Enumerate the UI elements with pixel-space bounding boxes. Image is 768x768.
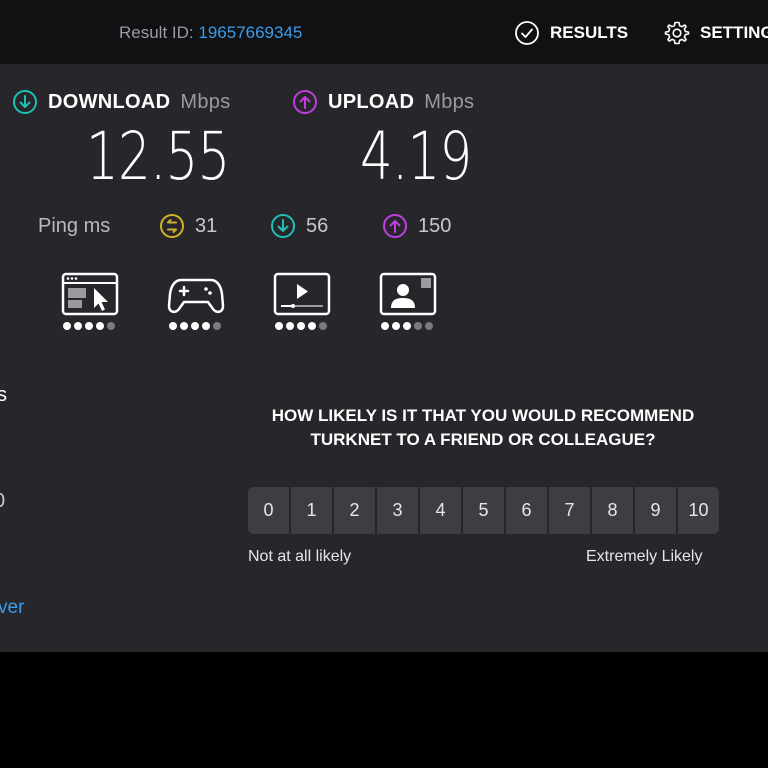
nps-high-label: Extremely Likely [586, 548, 703, 565]
quality-video-chat [379, 272, 437, 334]
survey-question: HOW LIKELY IS IT THAT YOU WOULD RECOMMEN… [271, 406, 695, 449]
download-unit: Mbps [180, 90, 231, 113]
video-chat-rating [381, 322, 433, 330]
video-play-icon [273, 272, 331, 316]
gear-icon [664, 21, 690, 45]
ping-icon [160, 214, 184, 238]
upload-speed-value: 4.19 [360, 118, 472, 195]
rating-dot [392, 322, 400, 330]
upload-unit: Mbps [424, 90, 475, 113]
download-label: DOWNLOAD [48, 90, 171, 113]
result-id-link[interactable]: 19657669345 [198, 23, 302, 42]
nps-option-10[interactable]: 10 [678, 487, 719, 534]
result-id-label: Result ID: [119, 23, 194, 42]
ping-unloaded: 31 [159, 212, 217, 240]
nps-option-9[interactable]: 9 [635, 487, 676, 534]
settings-nav-label: SETTING [700, 23, 768, 42]
settings-nav-button[interactable]: SETTING [664, 20, 768, 46]
rating-dot [213, 322, 221, 330]
video-chat-icon [379, 272, 437, 316]
streaming-rating [275, 322, 327, 330]
rating-dot [403, 322, 411, 330]
rating-dot [63, 322, 71, 330]
download-speed-value: 12.55 [86, 118, 230, 195]
rating-dot [169, 322, 177, 330]
rating-dot [381, 322, 389, 330]
nps-option-5[interactable]: 5 [463, 487, 504, 534]
nps-option-4[interactable]: 4 [420, 487, 461, 534]
nps-scale: 0 1 2 3 4 5 6 7 8 9 10 [248, 487, 719, 534]
ping-download: 56 [270, 212, 328, 240]
rating-dot [297, 322, 305, 330]
upload-arrow-icon [383, 214, 407, 238]
rating-dot [85, 322, 93, 330]
gaming-rating [169, 322, 221, 330]
nps-option-2[interactable]: 2 [334, 487, 375, 534]
rating-dot [107, 322, 115, 330]
nps-option-3[interactable]: 3 [377, 487, 418, 534]
results-nav-button[interactable]: RESULTS [514, 20, 628, 46]
rating-dot [425, 322, 433, 330]
quality-streaming [273, 272, 331, 334]
top-bar: Result ID: 19657669345 RESULTS SETTING [0, 0, 768, 64]
nps-option-6[interactable]: 6 [506, 487, 547, 534]
rating-dot [96, 322, 104, 330]
ping-upload: 150 [382, 212, 451, 240]
nps-option-1[interactable]: 1 [291, 487, 332, 534]
gamepad-icon [167, 278, 225, 314]
nps-option-0[interactable]: 0 [248, 487, 289, 534]
upload-label: UPLOAD [328, 90, 415, 113]
cropped-heading-fragment: s [0, 384, 7, 406]
nps-option-7[interactable]: 7 [549, 487, 590, 534]
rating-dot [202, 322, 210, 330]
nps-option-8[interactable]: 8 [592, 487, 633, 534]
ping-unloaded-value: 31 [195, 214, 218, 237]
results-nav-label: RESULTS [550, 23, 629, 42]
download-arrow-icon [13, 90, 37, 114]
rating-dot [286, 322, 294, 330]
rating-dot [414, 322, 422, 330]
rating-dot [319, 322, 327, 330]
nps-low-label: Not at all likely [248, 548, 352, 565]
rating-dot [308, 322, 316, 330]
rating-dot [275, 322, 283, 330]
rating-dot [74, 322, 82, 330]
ping-download-value: 56 [306, 214, 329, 237]
quality-gaming [167, 272, 225, 334]
download-header: DOWNLOAD Mbps [12, 89, 231, 115]
result-id: Result ID: 19657669345 [119, 23, 302, 43]
rating-dot [191, 322, 199, 330]
web-browsing-icon [61, 272, 119, 316]
cropped-value-fragment: 0 [0, 490, 5, 513]
upload-header: UPLOAD Mbps [292, 89, 474, 115]
ping-label-row: Ping ms [38, 212, 110, 240]
upload-arrow-icon [293, 90, 317, 114]
check-circle-icon [515, 21, 539, 45]
quality-browsing [61, 272, 119, 334]
ping-label: Ping ms [38, 214, 111, 237]
ping-upload-value: 150 [418, 214, 452, 237]
download-arrow-icon [271, 214, 295, 238]
browsing-rating [63, 322, 115, 330]
cropped-server-link[interactable]: ver [0, 597, 24, 619]
rating-dot [180, 322, 188, 330]
